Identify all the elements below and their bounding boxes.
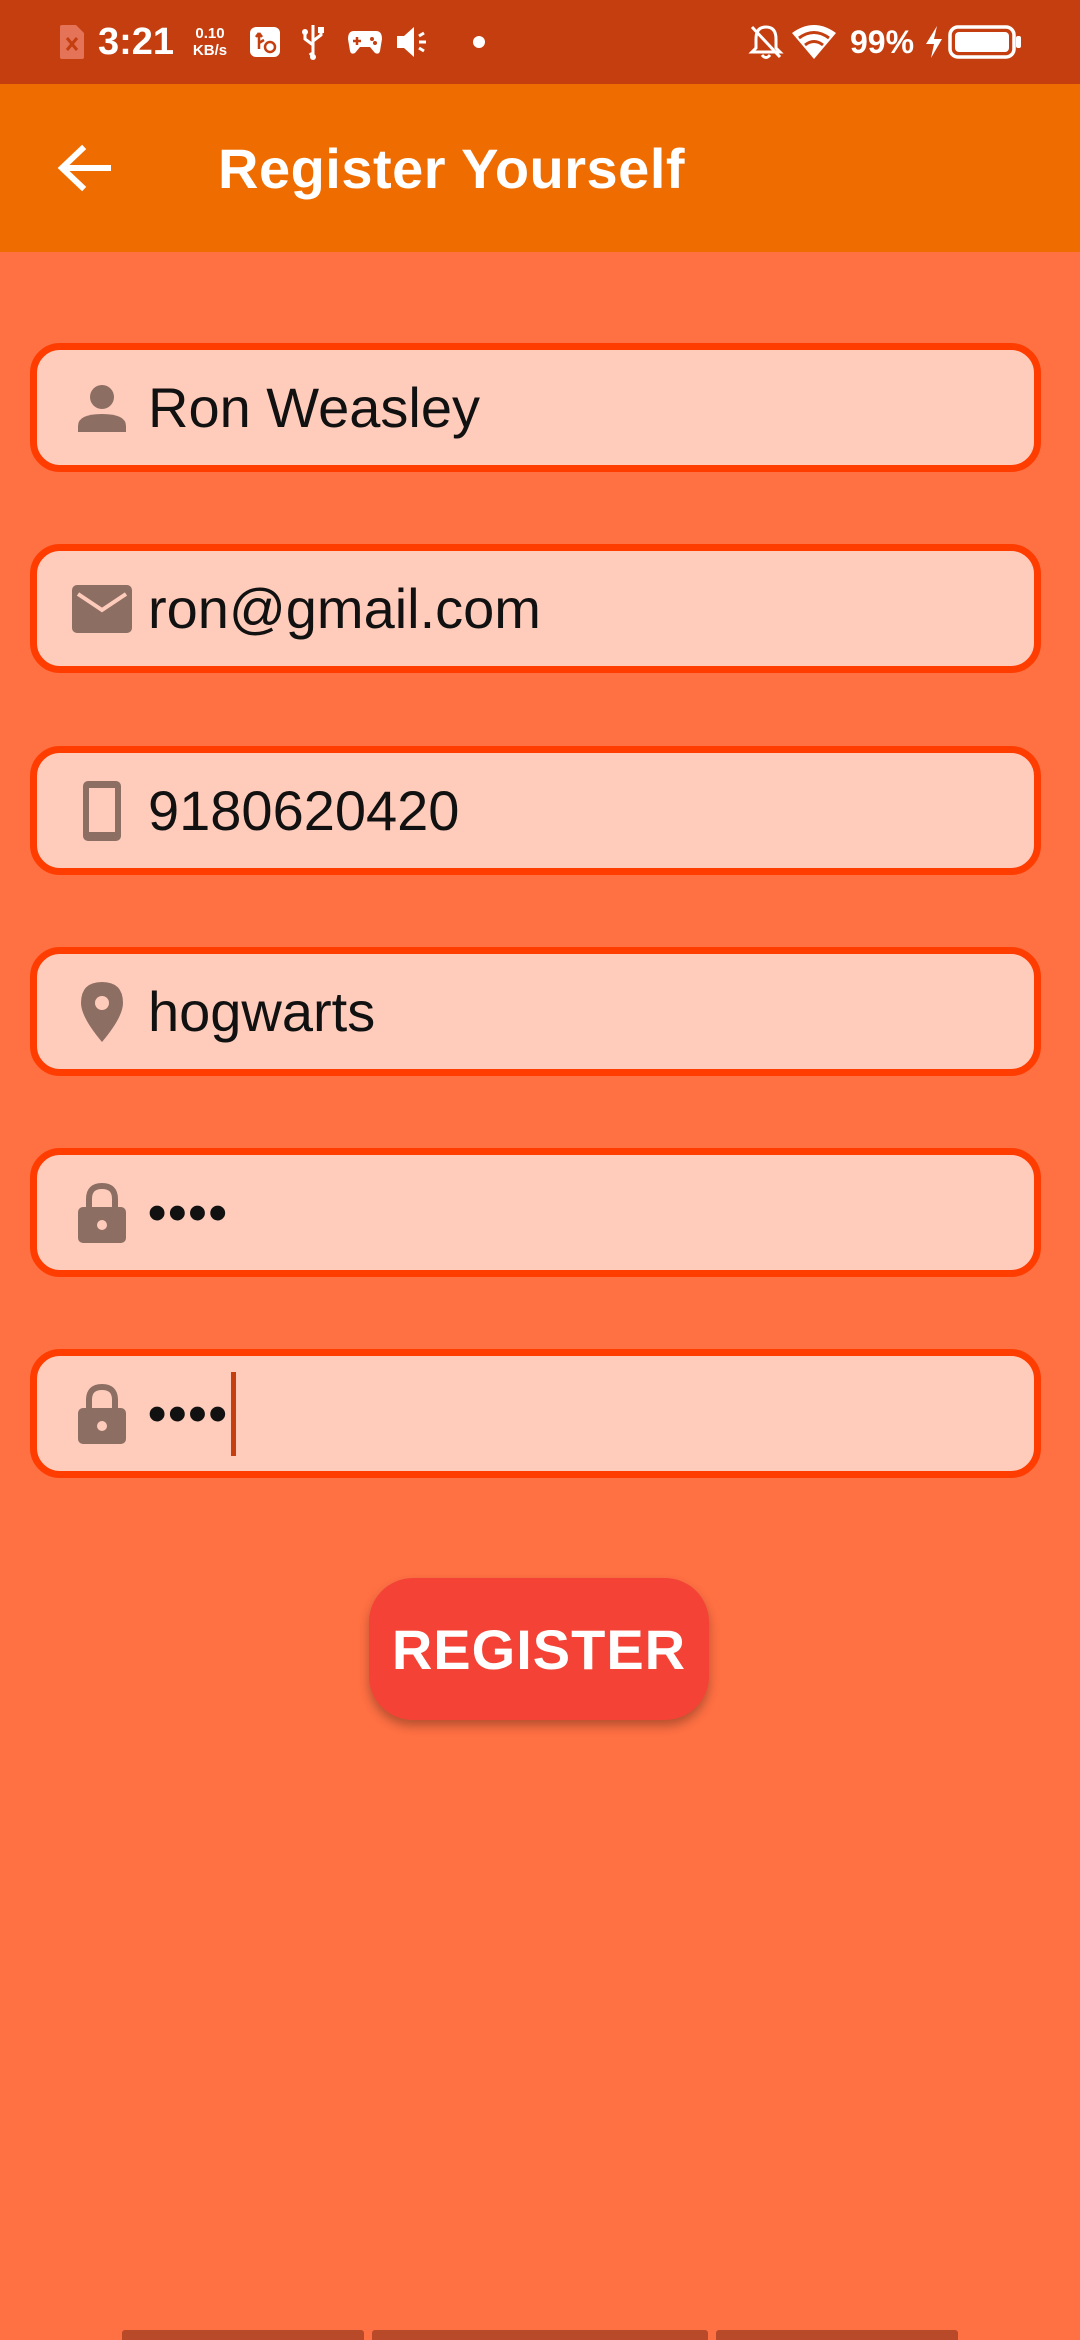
register-button[interactable]: REGISTER bbox=[369, 1578, 709, 1720]
confirm-password-value: •••• bbox=[148, 1384, 229, 1443]
email-field[interactable]: ron@gmail.com bbox=[30, 544, 1041, 673]
nav-bar-segment bbox=[716, 2330, 958, 2340]
password-field[interactable]: •••• bbox=[30, 1148, 1041, 1277]
network-speed-value: 0.10 bbox=[195, 25, 225, 42]
app-bar: Register Yourself bbox=[0, 84, 1080, 252]
address-value: hogwarts bbox=[148, 980, 376, 1043]
volume-icon bbox=[394, 0, 432, 84]
mail-icon bbox=[67, 574, 137, 644]
sim-error-icon bbox=[58, 0, 86, 84]
phone-value: 9180620420 bbox=[148, 779, 460, 842]
network-speed: 0.10 KB/s bbox=[188, 0, 232, 84]
dot-icon bbox=[472, 0, 486, 84]
gamepad-icon bbox=[346, 0, 384, 84]
nav-bar-segment bbox=[122, 2330, 364, 2340]
usb-settings-icon bbox=[248, 0, 282, 84]
wifi-icon bbox=[790, 0, 838, 84]
status-bar: 3:21 0.10 KB/s 99% bbox=[0, 0, 1080, 84]
network-speed-unit: KB/s bbox=[192, 42, 228, 59]
lock-icon bbox=[67, 1178, 137, 1248]
battery-icon bbox=[948, 0, 1024, 84]
name-value: Ron Weasley bbox=[148, 376, 481, 439]
page-title: Register Yourself bbox=[218, 136, 686, 200]
status-time: 3:21 bbox=[98, 20, 175, 63]
confirm-password-text: •••• bbox=[148, 1356, 236, 1471]
lock-icon bbox=[67, 1379, 137, 1449]
address-field[interactable]: hogwarts bbox=[30, 947, 1041, 1076]
phone-icon bbox=[67, 776, 137, 846]
phone-field[interactable]: 9180620420 bbox=[30, 746, 1041, 875]
bell-off-icon bbox=[748, 0, 784, 84]
back-button[interactable] bbox=[44, 118, 124, 218]
confirm-password-field[interactable]: •••• bbox=[30, 1349, 1041, 1478]
name-field[interactable]: Ron Weasley bbox=[30, 343, 1041, 472]
location-icon bbox=[67, 977, 137, 1047]
text-cursor bbox=[230, 1371, 236, 1456]
email-value: ron@gmail.com bbox=[148, 577, 541, 640]
nav-bar-segment bbox=[372, 2330, 708, 2340]
usb-icon bbox=[298, 0, 328, 84]
charging-icon bbox=[923, 0, 945, 84]
person-icon bbox=[67, 373, 137, 443]
arrow-left-icon bbox=[57, 144, 111, 192]
battery-percentage: 99% bbox=[850, 23, 915, 60]
password-value: •••• bbox=[148, 1183, 229, 1242]
